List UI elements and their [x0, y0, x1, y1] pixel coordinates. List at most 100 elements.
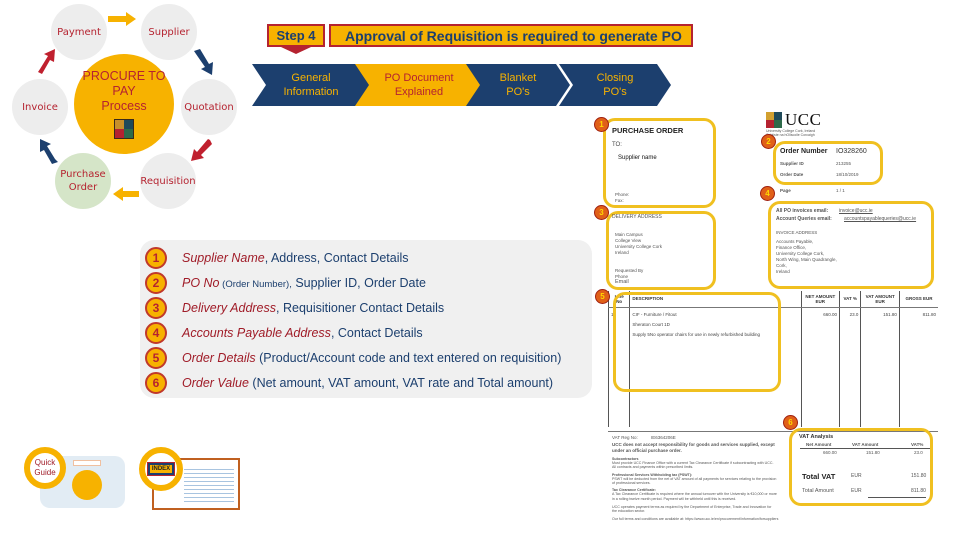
invoice-address-line: North Wing, Main Quadrangle, — [776, 257, 837, 262]
invoice-address-line: Ireland — [776, 269, 790, 274]
page-value: 1 / 1 — [836, 188, 845, 193]
delivery-heading: DELIVERY ADDRESS — [612, 214, 662, 220]
cycle-center[interactable]: PROCURE TO PAY Process — [74, 54, 174, 154]
arrow-invoice-to-payment-icon — [38, 49, 55, 74]
queries-email-label: Account Queries email: — [776, 216, 832, 222]
nav-general-information[interactable]: General Information — [252, 64, 370, 106]
nav-label-line2: Information — [283, 86, 339, 98]
nav-closing-pos[interactable]: Closing PO's — [559, 64, 671, 106]
invoice-address-line: University College Cork, — [776, 251, 825, 256]
page-title: Approval of Requisition is required to g… — [329, 24, 693, 47]
invoice-address-line: Finance Office, — [776, 245, 807, 250]
legend-emphasis: PO No — [182, 276, 220, 290]
legend-emphasis: Supplier Name — [182, 251, 265, 265]
total-amount-currency: EUR — [851, 488, 862, 494]
phone-label: Phone: — [615, 192, 630, 197]
nav-po-document-explained[interactable]: PO Document Explained — [355, 64, 483, 106]
number-badge: 1 — [145, 247, 167, 269]
invoice-label: Invoice — [22, 101, 58, 113]
col-net-amount: NET AMOUNT EUR — [800, 291, 840, 308]
legend-item: 1 Supplier Name, Address, Contact Detail… — [145, 247, 409, 269]
step-indicator: Step 4 — [267, 24, 325, 47]
invoice-address-line: Cork, — [776, 263, 787, 268]
arrow-payment-to-supplier-icon — [108, 12, 136, 26]
cycle-node-requisition[interactable]: Requisition — [140, 153, 196, 209]
legend-item: 4 Accounts Payable Address, Contact Deta… — [145, 322, 423, 344]
vat-header-rule — [800, 448, 930, 449]
cycle-node-purchase-order[interactable]: Purchase Order — [55, 153, 111, 209]
cell-net-amount: 660.00 — [800, 307, 840, 427]
order-number-label: Order Number — [780, 148, 828, 155]
purchase-order-label-line2: Order — [68, 182, 98, 193]
page-title-text: Approval of Requisition is required to g… — [345, 27, 682, 44]
cycle-node-quotation[interactable]: Quotation — [181, 79, 237, 135]
nav-label-line2: PO's — [506, 86, 530, 98]
badge-3: 3 — [594, 205, 609, 220]
step-pointer — [281, 47, 311, 54]
delivery-line: College View — [615, 238, 642, 243]
requisition-label: Requisition — [140, 175, 196, 187]
requested-email: Email — [615, 279, 629, 285]
number-badge: 5 — [145, 347, 167, 369]
note-body: Must provide UCC Finance Office with a c… — [612, 461, 774, 470]
invoices-email-link[interactable]: invoice@ucc.ie — [839, 208, 873, 215]
payment-label: Payment — [57, 26, 101, 38]
index-button[interactable]: INDEX — [139, 447, 183, 491]
legend-small-text: (Order Number), — [219, 279, 292, 290]
thumbnail-cycle-graphic — [72, 470, 102, 500]
thumbnail-index-lines — [184, 466, 234, 504]
supplier-label: Supplier — [148, 26, 190, 38]
highlight-order-details — [613, 292, 781, 392]
legend-item: 5 Order Details (Product/Account code an… — [145, 347, 561, 369]
purchase-order-label-line1: Purchase — [60, 169, 106, 180]
legend-emphasis: Order Details — [182, 351, 256, 365]
badge-1: 1 — [594, 117, 609, 132]
badge-4: 4 — [760, 186, 775, 201]
step-label: Step 4 — [276, 28, 316, 43]
cycle-node-supplier[interactable]: Supplier — [141, 4, 197, 60]
total-vat-currency: EUR — [851, 473, 862, 479]
nav-blanket-pos[interactable]: Blanket PO's — [466, 64, 570, 106]
legend-item: 6 Order Value (Net amount, VAT amount, V… — [145, 372, 553, 394]
col-vat-amount: VAT AMOUNT EUR — [860, 291, 900, 308]
nav-label-line1: Closing — [596, 72, 634, 84]
university-crest-icon — [114, 119, 134, 139]
number-badge: 2 — [145, 272, 167, 294]
nav-label-line1: Blanket — [499, 72, 537, 84]
col-vat-pct: VAT % — [839, 291, 861, 308]
legend-item: 2 PO No (Order Number), Supplier ID, Ord… — [145, 272, 426, 294]
order-date: 18/10/2019 — [836, 172, 859, 177]
quick-guide-label-line2: Guide — [34, 468, 56, 477]
legend-emphasis: Delivery Address — [182, 301, 277, 315]
legend-text: (Net amount, VAT amount, VAT rate and To… — [248, 376, 554, 390]
nav-label-line2: PO's — [603, 86, 627, 98]
purchase-order-document: 1 PURCHASE ORDER TO: Supplier name Phone… — [594, 108, 938, 540]
badge-5: 5 — [595, 289, 610, 304]
disclaimer: UCC does not accept responsibility for g… — [612, 442, 775, 453]
order-number: IO328260 — [836, 148, 867, 155]
legend-text: , Address, Contact Details — [264, 251, 409, 265]
cell-gross: 811.80 — [898, 307, 938, 427]
ucc-logo: UCC — [766, 110, 821, 130]
nav-label-line2: Explained — [394, 86, 444, 98]
legend-item: 3 Delivery Address, Requisitioner Contac… — [145, 297, 444, 319]
cycle-center-subtitle: Process — [101, 99, 147, 113]
vat-header-net: Net Amount — [806, 442, 832, 447]
badge-2: 2 — [761, 134, 776, 149]
legend-text: , Requisitioner Contact Details — [276, 301, 445, 315]
legend-text: , Contact Details — [330, 326, 423, 340]
to-label: TO: — [612, 142, 622, 148]
total-rule — [868, 497, 926, 498]
cell-vat-amount: 151.80 — [860, 307, 900, 427]
quick-guide-button[interactable]: Quick Guide — [24, 447, 66, 489]
cycle-node-invoice[interactable]: Invoice — [12, 79, 68, 135]
note-body: A Tax Clearance Certificate is required … — [612, 492, 777, 501]
nav-label-line1: General — [291, 72, 331, 84]
requested-by-label: Requested By — [615, 268, 644, 273]
cycle-node-payment[interactable]: Payment — [51, 4, 107, 60]
col-gross: GROSS EUR — [898, 291, 938, 308]
queries-email-link[interactable]: accountspayablequeries@ucc.ie — [844, 216, 916, 223]
arrow-quotation-to-requisition-icon — [191, 139, 212, 161]
number-badge: 4 — [145, 322, 167, 344]
ucc-crest-icon — [766, 112, 782, 128]
